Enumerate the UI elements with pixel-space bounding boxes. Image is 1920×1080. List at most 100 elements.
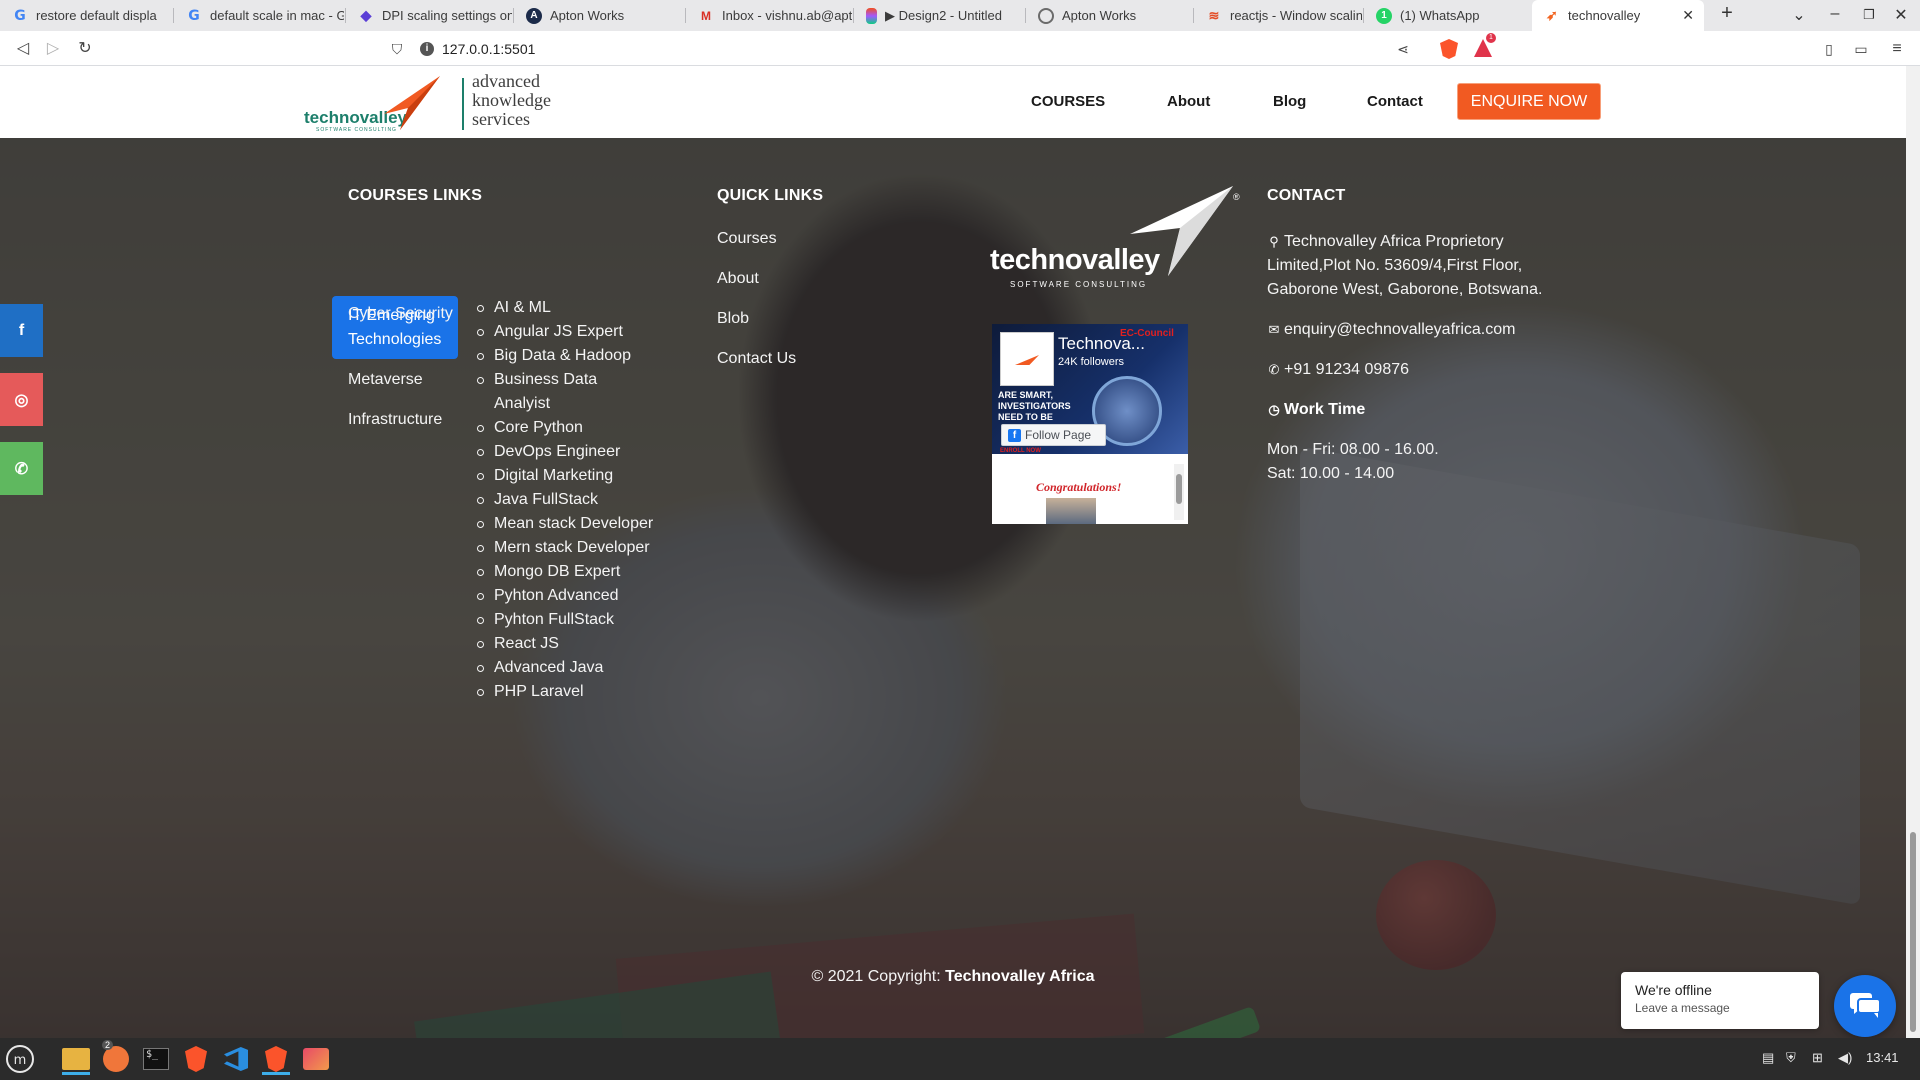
map-marker-icon: ⚲ <box>1269 234 1279 249</box>
browser-tab[interactable]: ◆ DPI scaling settings on <box>346 0 512 31</box>
course-link[interactable]: Digital Marketing <box>477 464 654 488</box>
category-cyber-security[interactable]: Cyber Security <box>348 302 458 326</box>
facebook-follow-button[interactable]: f Follow Page <box>1001 424 1106 446</box>
logo-bird-icon <box>384 76 440 130</box>
browser-tab[interactable]: ▶ Design2 - Untitled <box>854 0 1024 31</box>
work-time-title: ◷ Work Time <box>1267 398 1567 422</box>
chat-status-bubble[interactable]: We're offline Leave a message <box>1621 972 1819 1029</box>
facebook-post[interactable]: Congratulations! <box>996 460 1172 524</box>
tab-search-icon[interactable]: ⌄ <box>1788 5 1810 25</box>
clipboard-tray-icon[interactable]: ▤ <box>1762 1050 1774 1066</box>
stackoverflow-icon: ≋ <box>1208 7 1220 23</box>
sidebar-toggle-icon[interactable]: ▯ <box>1818 38 1840 60</box>
facebook-post-image <box>1046 498 1096 524</box>
footer-overlay <box>0 138 1906 1038</box>
quick-link-courses[interactable]: Courses <box>717 230 777 248</box>
brave-browser-active-icon[interactable] <box>260 1043 292 1075</box>
vscode-icon[interactable] <box>220 1043 252 1075</box>
terminal-icon[interactable]: $_ <box>140 1043 172 1075</box>
shield-tray-icon[interactable]: ⛨ <box>1786 1050 1796 1066</box>
contact-title: CONTACT <box>1267 187 1346 204</box>
quick-link-about[interactable]: About <box>717 270 759 288</box>
course-link[interactable]: Mongo DB Expert <box>477 560 654 584</box>
contact-phone[interactable]: ✆ +91 91234 09876 <box>1267 358 1567 382</box>
course-link[interactable]: DevOps Engineer <box>477 440 654 464</box>
brave-browser-icon[interactable] <box>180 1043 212 1075</box>
facebook-page-name[interactable]: Technova... <box>1058 334 1182 354</box>
browser-tab[interactable]: A Apton Works <box>514 0 684 31</box>
browser-tab[interactable]: Apton Works <box>1026 0 1192 31</box>
quick-link-contact[interactable]: Contact Us <box>717 350 796 368</box>
nav-about[interactable]: About <box>1167 93 1210 110</box>
course-link[interactable]: Java FullStack <box>477 488 654 512</box>
brave-shields-icon[interactable] <box>1440 39 1458 59</box>
nav-courses[interactable]: COURSES <box>1031 93 1105 110</box>
whatsapp-social-button[interactable]: ✆ <box>0 442 43 495</box>
close-tab-icon[interactable]: ✕ <box>1682 7 1694 24</box>
site-logo[interactable]: technovalley SOFTWARE CONSULTING advance… <box>304 71 566 134</box>
category-infrastructure[interactable]: Infrastructure <box>348 408 458 432</box>
new-tab-icon[interactable]: + <box>1716 2 1738 25</box>
site-info-icon[interactable]: i <box>420 42 434 56</box>
facebook-social-button[interactable]: f <box>0 304 43 357</box>
course-link[interactable]: Big Data & Hadoop <box>477 344 654 368</box>
category-metaverse[interactable]: Metaverse <box>348 368 458 392</box>
back-icon[interactable]: ◁ <box>12 38 34 60</box>
course-link[interactable]: Advanced Java <box>477 656 654 680</box>
chat-launcher-button[interactable] <box>1834 975 1896 1037</box>
quick-link-blob[interactable]: Blob <box>717 310 749 328</box>
rewards-badge: 1 <box>1486 33 1496 43</box>
volume-tray-icon[interactable]: ◀) <box>1838 1050 1852 1066</box>
course-link[interactable]: AI & ML <box>477 296 654 320</box>
course-link[interactable]: Pyhton FullStack <box>477 608 654 632</box>
course-link[interactable]: Business Data Analyist <box>477 368 654 416</box>
course-link[interactable]: Core Python <box>477 416 654 440</box>
browser-tab[interactable]: 1 (1) WhatsApp <box>1364 0 1532 31</box>
address-bar[interactable]: i 127.0.0.1:5501 <box>420 38 535 60</box>
bookmark-icon[interactable]: ⛉ <box>386 38 408 60</box>
network-tray-icon[interactable]: ⊞ <box>1812 1050 1823 1066</box>
restore-icon[interactable]: ❐ <box>1858 7 1880 23</box>
course-link[interactable]: Angular JS Expert <box>477 320 654 344</box>
forward-icon[interactable]: ▷ <box>42 38 64 60</box>
software-app-icon[interactable]: 2 <box>100 1040 132 1075</box>
share-icon[interactable]: ⋖ <box>1392 38 1414 60</box>
browser-tab-active[interactable]: ➶ technovalley ✕ <box>1532 0 1704 31</box>
page-scrollbar[interactable] <box>1906 66 1920 1038</box>
facebook-followers: 24K followers <box>1058 356 1125 368</box>
browser-tab[interactable]: M Inbox - vishnu.ab@apt <box>686 0 852 31</box>
course-link[interactable]: Mean stack Developer <box>477 512 654 536</box>
contact-email[interactable]: ✉ enquiry@technovalleyafrica.com <box>1267 318 1567 342</box>
instagram-social-button[interactable]: ◎ <box>0 373 43 426</box>
globe-icon <box>1038 7 1054 24</box>
minimize-icon[interactable]: – <box>1824 5 1846 23</box>
image-viewer-icon[interactable] <box>300 1043 332 1075</box>
figma-icon <box>866 7 877 24</box>
start-menu-icon[interactable]: m <box>4 1043 36 1075</box>
course-link[interactable]: Mern stack Developer <box>477 536 654 560</box>
files-app-icon[interactable] <box>60 1043 92 1075</box>
close-window-icon[interactable]: ✕ <box>1890 5 1912 25</box>
courses-links-title: COURSES LINKS <box>348 187 483 204</box>
copyright-brand[interactable]: Technovalley Africa <box>945 968 1094 985</box>
enquire-now-button[interactable]: ENQUIRE NOW <box>1457 83 1601 120</box>
browser-tab[interactable]: Gdefault scale in mac - G <box>174 0 344 31</box>
clock[interactable]: 13:41 <box>1866 1050 1899 1065</box>
course-link[interactable]: React JS <box>477 632 654 656</box>
scrollbar-thumb[interactable] <box>1910 832 1916 1032</box>
facebook-widget-scrollbar[interactable] <box>1174 464 1184 520</box>
reload-icon[interactable]: ↻ <box>74 38 96 60</box>
logo-divider <box>462 78 464 130</box>
wallet-icon[interactable]: ▭ <box>1850 38 1872 60</box>
course-link[interactable]: Pyhton Advanced <box>477 584 654 608</box>
menu-icon[interactable]: ≡ <box>1886 38 1908 60</box>
facebook-page-avatar[interactable] <box>1000 332 1054 386</box>
logo-tagline: advanced knowledge services <box>472 71 551 129</box>
browser-tab[interactable]: Grestore default displa <box>0 0 172 31</box>
course-link[interactable]: PHP Laravel <box>477 680 654 704</box>
browser-tab[interactable]: ≋ reactjs - Window scalin <box>1194 0 1362 31</box>
google-icon: G <box>14 7 26 24</box>
nav-blog[interactable]: Blog <box>1273 93 1306 110</box>
facebook-page-widget[interactable]: EC-Council ARE SMART, INVESTIGATORS NEED… <box>992 324 1188 524</box>
nav-contact[interactable]: Contact <box>1367 93 1423 110</box>
